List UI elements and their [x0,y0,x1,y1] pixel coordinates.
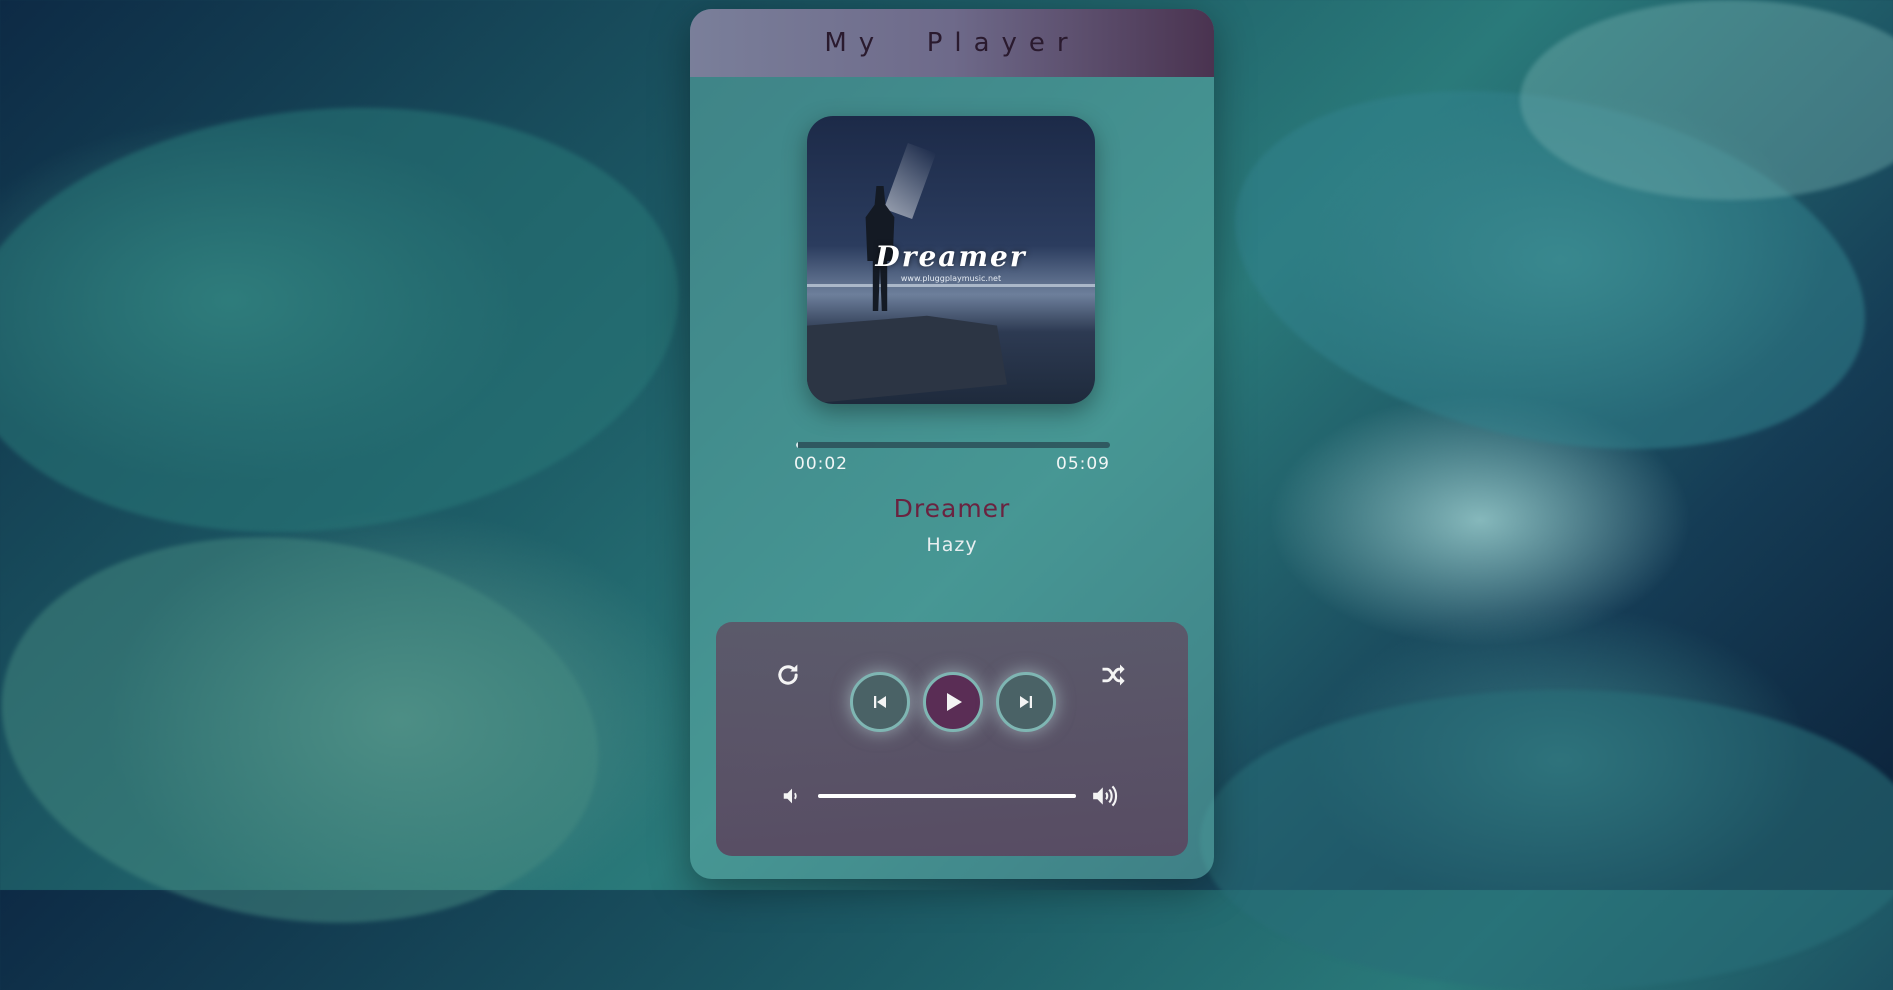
app-title: My Player [824,28,1080,58]
volume-slider[interactable] [818,794,1076,798]
cover-horizon [807,284,1095,287]
background-lily-pad [0,500,624,960]
volume-high-icon [1091,783,1121,809]
next-button[interactable] [996,672,1056,732]
current-time: 00:02 [794,454,848,474]
previous-button[interactable] [850,672,910,732]
cover-light-beam [883,142,937,220]
skip-next-icon [1017,693,1035,711]
repeat-icon [774,661,802,689]
song-title: Dreamer [893,494,1011,523]
shuffle-icon [1099,661,1127,689]
album-cover: Dreamer www.pluggplaymusic.net [807,116,1095,404]
repeat-button[interactable] [771,658,805,692]
player-header: My Player [690,9,1214,77]
shuffle-button[interactable] [1096,658,1130,692]
cover-rock [807,315,1007,404]
cover-title-art: Dreamer [875,240,1027,273]
progress-bar[interactable] [796,442,1110,448]
cover-url-art: www.pluggplaymusic.net [900,274,1002,283]
play-icon [941,690,965,714]
song-artist: Hazy [926,534,978,556]
play-button[interactable] [923,672,983,732]
background-lily-pad [0,73,700,567]
volume-low-button[interactable] [780,784,804,808]
music-player-card: My Player Dreamer www.pluggplaymusic.net… [690,9,1214,879]
skip-previous-icon [871,693,889,711]
background-lily-pad [1200,690,1893,990]
controls-panel [716,622,1188,856]
volume-fill [818,794,1076,798]
volume-low-icon [781,785,803,807]
progress-fill [796,442,798,448]
total-time: 05:09 [1056,454,1110,474]
volume-high-button[interactable] [1090,782,1122,810]
